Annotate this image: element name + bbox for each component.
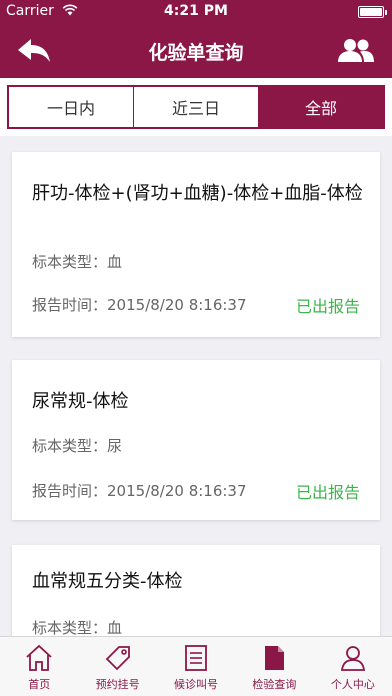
status-badge: 已出报告 — [295, 483, 360, 502]
tab-label: 候诊叫号 — [174, 678, 219, 691]
time-value: 2015/8/20 8:16:37 — [107, 296, 247, 314]
segment-one-day[interactable]: 一日内 — [9, 87, 134, 127]
filter-bar: 一日内 近三日 全部 — [0, 78, 392, 136]
card-time-row: 报告时间：2015/8/20 8:16:37 — [32, 294, 247, 315]
type-label: 标本类型： — [32, 253, 108, 271]
status-bar: Carrier 4:21 PM — [0, 0, 392, 24]
tab-bar: 首页 预约挂号 候诊叫号 检验查询 个人中心 — [0, 636, 392, 696]
tab-label: 个人中心 — [330, 678, 375, 691]
time-value: 2015/8/20 8:16:37 — [107, 482, 247, 500]
time-label: 报告时间： — [32, 482, 108, 500]
page-title: 化验单查询 — [148, 42, 244, 64]
card-type-row: 标本类型：血 — [32, 251, 122, 272]
battery-icon — [358, 6, 387, 18]
list-icon — [185, 645, 207, 671]
date-range-segmented-control: 一日内 近三日 全部 — [7, 85, 385, 129]
result-card[interactable]: 血常规五分类-体检 标本类型：血 — [12, 545, 380, 636]
type-value: 血 — [107, 253, 123, 271]
type-label: 标本类型： — [32, 619, 108, 636]
status-time: 4:21 PM — [164, 3, 228, 19]
users-icon[interactable] — [336, 36, 376, 66]
type-value: 尿 — [107, 437, 123, 455]
nav-bar: 化验单查询 — [0, 24, 392, 78]
card-time-row: 报告时间：2015/8/20 8:16:37 — [32, 480, 247, 501]
status-badge: 已出报告 — [295, 297, 360, 316]
tab-profile[interactable]: 个人中心 — [314, 637, 392, 696]
card-type-row: 标本类型：尿 — [32, 435, 122, 456]
card-title: 肝功-体检+(肾功+血糖)-体检+血脂-体检 — [32, 183, 363, 204]
tab-queue[interactable]: 候诊叫号 — [157, 637, 235, 696]
tab-lab-query[interactable]: 检验查询 — [235, 637, 313, 696]
results-list: 肝功-体检+(肾功+血糖)-体检+血脂-体检 标本类型：血 报告时间：2015/… — [0, 136, 392, 636]
tab-appointment[interactable]: 预约挂号 — [78, 637, 156, 696]
tab-label: 首页 — [28, 678, 51, 691]
segment-three-days[interactable]: 近三日 — [134, 87, 259, 127]
card-title: 血常规五分类-体检 — [32, 571, 183, 592]
segment-all[interactable]: 全部 — [259, 87, 383, 127]
result-card[interactable]: 尿常规-体检 标本类型：尿 报告时间：2015/8/20 8:16:37 已出报… — [12, 360, 380, 520]
result-card[interactable]: 肝功-体检+(肾功+血糖)-体检+血脂-体检 标本类型：血 报告时间：2015/… — [12, 152, 380, 337]
person-icon — [340, 646, 365, 671]
time-label: 报告时间： — [32, 296, 108, 314]
type-value: 血 — [107, 619, 123, 636]
tag-icon — [105, 646, 130, 671]
tab-home[interactable]: 首页 — [0, 637, 78, 696]
home-icon — [26, 644, 52, 671]
tab-label: 检验查询 — [252, 678, 297, 691]
card-type-row: 标本类型：血 — [32, 617, 122, 636]
type-label: 标本类型： — [32, 437, 108, 455]
card-title: 尿常规-体检 — [32, 391, 129, 412]
document-icon — [265, 646, 285, 670]
tab-label: 预约挂号 — [95, 678, 140, 691]
